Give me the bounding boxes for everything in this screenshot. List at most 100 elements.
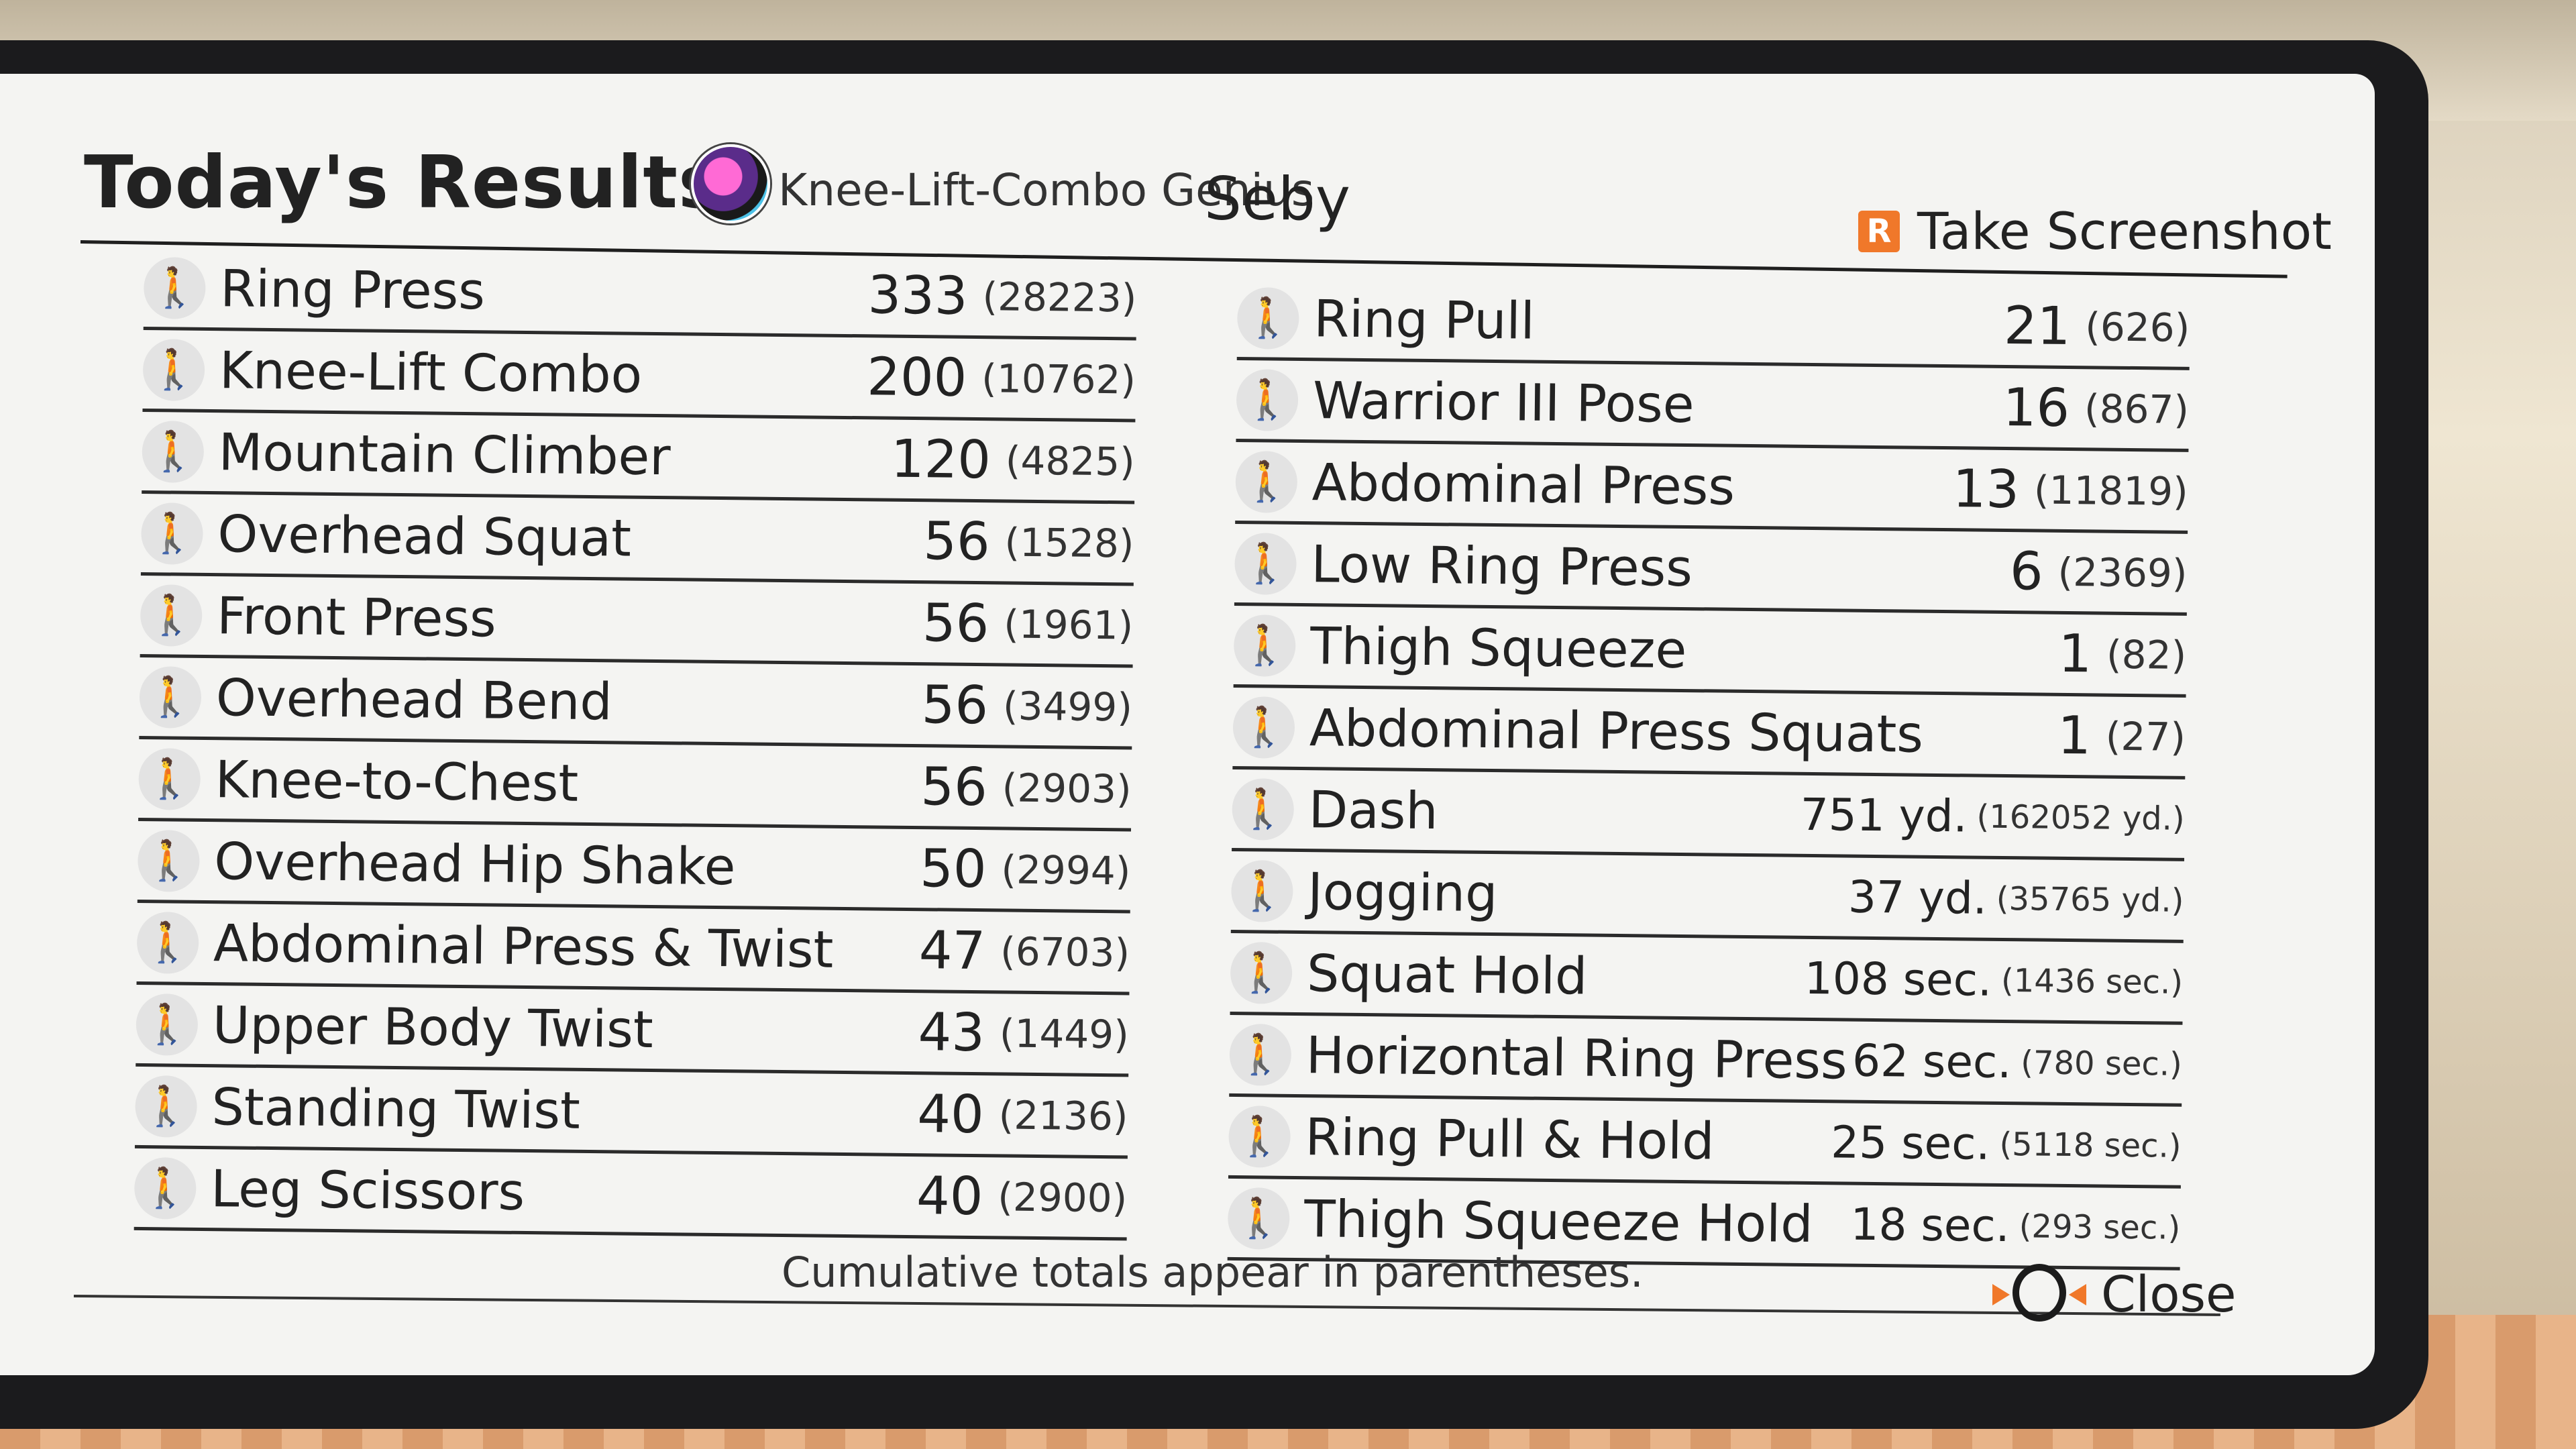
result-row: 🚶 Abdominal Press 13 (11819) bbox=[1235, 441, 2189, 534]
exercise-name: Ring Pull bbox=[1313, 288, 1536, 351]
exercise-name: Standing Twist bbox=[211, 1077, 581, 1140]
exercise-cumulative: (5118 sec.) bbox=[1999, 1125, 2182, 1165]
exercise-cumulative: (3499) bbox=[1002, 682, 1133, 730]
result-row: 🚶 Abdominal Press & Twist 47 (6703) bbox=[136, 902, 1130, 996]
result-row: 🚶 Mountain Climber 120 (4825) bbox=[142, 411, 1136, 504]
exercise-value: 108 sec. bbox=[1804, 952, 1992, 1006]
page-title: Today's Results bbox=[84, 141, 722, 225]
exercise-value: 16 bbox=[2002, 377, 2070, 439]
exercise-name: Horizontal Ring Press bbox=[1305, 1025, 1848, 1091]
exercise-cumulative: (2900) bbox=[998, 1173, 1128, 1221]
exercise-cumulative: (4825) bbox=[1005, 437, 1136, 484]
exercise-cumulative: (2994) bbox=[1001, 846, 1131, 894]
exercise-name: Overhead Hip Shake bbox=[213, 831, 736, 897]
exercise-cumulative: (10762) bbox=[981, 355, 1136, 402]
exercise-value: 47 bbox=[918, 920, 986, 981]
results-list-right: 🚶 Ring Pull 21 (626) 🚶 Warrior III Pose 16 (867… bbox=[1227, 278, 2190, 1271]
exercise-name: Abdominal Press bbox=[1311, 452, 1735, 517]
user-name: Seby bbox=[1204, 164, 1350, 233]
person-figure-icon: 🚶 bbox=[140, 584, 203, 647]
exercise-name: Thigh Squeeze Hold bbox=[1303, 1189, 1814, 1254]
person-figure-icon: 🚶 bbox=[1234, 532, 1297, 595]
result-row: 🚶 Abdominal Press Squats 1 (27) bbox=[1232, 687, 2186, 780]
exercise-value: 200 bbox=[866, 346, 967, 409]
r-button-icon: R bbox=[1858, 210, 1900, 252]
exercise-name: Low Ring Press bbox=[1311, 534, 1693, 598]
close-button[interactable]: Close bbox=[1992, 1261, 2237, 1328]
exercise-value: 40 bbox=[916, 1083, 985, 1145]
take-screenshot-label: Take Screenshot bbox=[1917, 201, 2332, 261]
person-figure-icon: 🚶 bbox=[137, 829, 200, 892]
result-row: 🚶 Knee-to-Chest 56 (2903) bbox=[138, 739, 1132, 832]
exercise-value: 40 bbox=[916, 1165, 983, 1227]
exercise-cumulative: (35765 yd.) bbox=[1996, 879, 2184, 920]
exercise-value: 1 bbox=[2057, 705, 2092, 766]
exercise-value: 56 bbox=[921, 674, 989, 736]
exercise-value: 120 bbox=[890, 429, 991, 490]
exercise-cumulative: (28223) bbox=[982, 273, 1137, 321]
exercise-cumulative: (27) bbox=[2105, 713, 2186, 760]
exercise-name: Jogging bbox=[1307, 861, 1498, 924]
exercise-cumulative: (867) bbox=[2084, 385, 2190, 433]
exercise-value: 56 bbox=[920, 756, 988, 818]
exercise-value: 18 sec. bbox=[1850, 1198, 2010, 1252]
result-row: 🚶 Upper Body Twist 43 (1449) bbox=[136, 984, 1130, 1077]
person-figure-icon: 🚶 bbox=[133, 1157, 197, 1220]
person-figure-icon: 🚶 bbox=[135, 1075, 198, 1138]
exercise-cumulative: (626) bbox=[2084, 303, 2190, 351]
exercise-name: Front Press bbox=[216, 586, 497, 649]
person-figure-icon: 🚶 bbox=[141, 502, 204, 565]
person-figure-icon: 🚶 bbox=[138, 747, 201, 810]
person-figure-icon: 🚶 bbox=[1236, 286, 1299, 350]
exercise-cumulative: (162052 yd.) bbox=[1976, 798, 2185, 838]
exercise-value: 50 bbox=[919, 838, 987, 900]
person-figure-icon: 🚶 bbox=[1227, 1187, 1290, 1250]
cumulative-note: Cumulative totals appear in parentheses. bbox=[782, 1248, 1644, 1297]
exercise-value: 333 bbox=[867, 264, 969, 327]
exercise-cumulative: (780 sec.) bbox=[2021, 1043, 2183, 1083]
exercise-cumulative: (2136) bbox=[998, 1091, 1128, 1139]
person-figure-icon: 🚶 bbox=[1229, 1023, 1292, 1086]
exercise-value: 25 sec. bbox=[1830, 1116, 1990, 1170]
exercise-cumulative: (2369) bbox=[2057, 549, 2188, 596]
exercise-cumulative: (1528) bbox=[1004, 519, 1134, 566]
exercise-value: 43 bbox=[918, 1002, 985, 1063]
avatar bbox=[691, 144, 770, 223]
results-list-left: 🚶 Ring Press 333 (28223) 🚶 Knee-Lift Combo 200… bbox=[133, 248, 1137, 1241]
person-figure-icon: 🚶 bbox=[1235, 450, 1298, 513]
result-row: 🚶 Ring Pull 21 (626) bbox=[1236, 278, 2190, 370]
exercise-cumulative: (11819) bbox=[2033, 466, 2189, 515]
close-label: Close bbox=[2101, 1266, 2237, 1324]
exercise-name: Upper Body Twist bbox=[212, 995, 654, 1060]
person-figure-icon: 🚶 bbox=[139, 665, 202, 729]
person-figure-icon: 🚶 bbox=[1228, 1105, 1291, 1168]
take-screenshot-button[interactable]: R Take Screenshot bbox=[1858, 201, 2332, 261]
exercise-name: Ring Press bbox=[219, 258, 486, 321]
person-figure-icon: 🚶 bbox=[1236, 368, 1299, 431]
person-figure-icon: 🚶 bbox=[136, 911, 199, 974]
result-row: 🚶 Overhead Hip Shake 50 (2994) bbox=[137, 820, 1131, 914]
person-figure-icon: 🚶 bbox=[1232, 777, 1295, 841]
exercise-name: Knee-Lift Combo bbox=[219, 340, 643, 405]
exercise-name: Abdominal Press Squats bbox=[1309, 698, 1924, 764]
exercise-cumulative: (293 sec.) bbox=[2019, 1207, 2181, 1247]
result-row: 🚶 Ring Press 333 (28223) bbox=[143, 248, 1137, 341]
result-row: 🚶 Leg Scissors 40 (2900) bbox=[133, 1148, 1128, 1241]
exercise-cumulative: (82) bbox=[2106, 631, 2187, 678]
result-row: 🚶 Standing Twist 40 (2136) bbox=[134, 1066, 1129, 1159]
person-figure-icon: 🚶 bbox=[1230, 941, 1293, 1004]
exercise-value: 1 bbox=[2058, 623, 2092, 684]
result-row: 🚶 Ring Pull & Hold 25 sec. (5118 sec.) bbox=[1228, 1096, 2182, 1189]
exercise-name: Thigh Squeeze bbox=[1309, 616, 1687, 680]
exercise-value: 56 bbox=[922, 511, 991, 572]
person-figure-icon: 🚶 bbox=[1230, 859, 1293, 922]
person-figure-icon: 🚶 bbox=[143, 256, 206, 319]
person-figure-icon: 🚶 bbox=[1232, 696, 1295, 759]
result-row: 🚶 Thigh Squeeze 1 (82) bbox=[1233, 605, 2187, 698]
exercise-name: Warrior III Pose bbox=[1312, 370, 1695, 435]
exercise-value: 751 yd. bbox=[1800, 788, 1968, 843]
exercise-cumulative: (2903) bbox=[1002, 764, 1132, 812]
exercise-name: Overhead Squat bbox=[217, 504, 632, 568]
exercise-value: 13 bbox=[1952, 458, 2020, 520]
exercise-cumulative: (1436 sec.) bbox=[2000, 961, 2184, 1002]
